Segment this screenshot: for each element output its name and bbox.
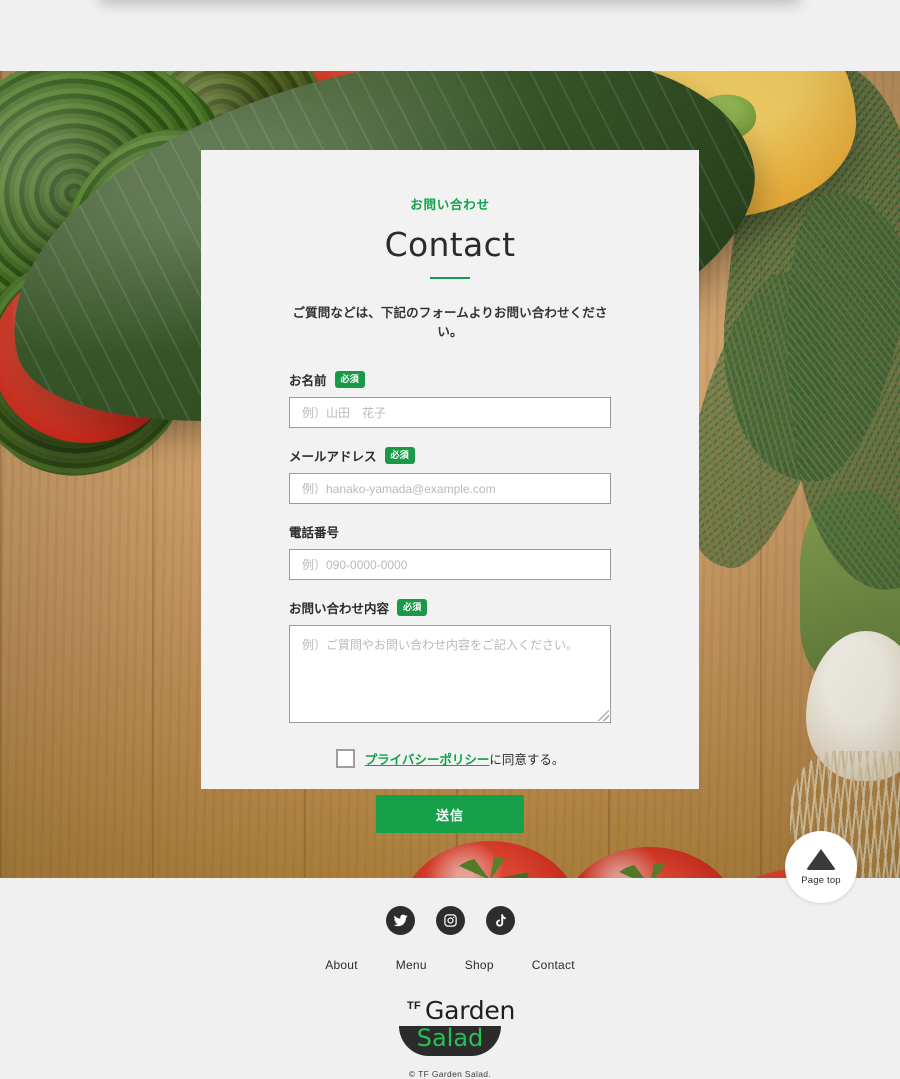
field-label-name: お名前 必須 — [289, 370, 611, 389]
footer-nav-menu[interactable]: Menu — [396, 958, 427, 972]
field-label-text: お名前 — [289, 374, 327, 388]
social-link-tiktok[interactable] — [485, 906, 515, 935]
page-top-button[interactable]: Page top — [785, 831, 857, 903]
field-email: メールアドレス 必須 — [289, 446, 611, 504]
field-label-text: メールアドレス — [289, 450, 377, 464]
field-label-text: 電話番号 — [289, 526, 340, 540]
logo-garden-text: Garden — [425, 996, 516, 1025]
site-footer: About Menu Shop Contact TF Garden Salad … — [0, 878, 900, 1079]
social-link-instagram[interactable] — [435, 906, 465, 935]
message-textarea[interactable] — [289, 625, 611, 723]
privacy-policy-link[interactable]: プライバシーポリシー — [365, 753, 490, 767]
logo-tf-text: TF — [407, 1000, 421, 1012]
submit-button[interactable]: 送信 — [376, 795, 524, 833]
privacy-agree-text: プライバシーポリシーに同意する。 — [365, 749, 565, 768]
field-phone: 電話番号 — [289, 522, 611, 580]
submit-row: 送信 — [289, 795, 611, 833]
footer-nav: About Menu Shop Contact — [0, 958, 900, 972]
privacy-agree-suffix: に同意する。 — [489, 753, 565, 767]
required-badge: 必須 — [334, 371, 365, 388]
required-badge: 必須 — [397, 599, 428, 616]
textarea-resize-handle[interactable] — [598, 710, 609, 721]
name-input[interactable] — [289, 397, 611, 428]
footer-nav-contact[interactable]: Contact — [532, 958, 575, 972]
logo-salad-text: Salad — [416, 1024, 484, 1052]
phone-input[interactable] — [289, 549, 611, 580]
top-gap-strip — [0, 0, 900, 71]
page-top-label: Page top — [801, 874, 841, 886]
section-eyebrow: お問い合わせ — [410, 198, 490, 212]
privacy-agree-checkbox[interactable] — [335, 749, 355, 768]
footer-logo[interactable]: TF Garden Salad — [0, 996, 900, 1056]
field-message: お問い合わせ内容 必須 — [289, 598, 611, 723]
contact-form: お名前 必須 メールアドレス 必須 電話番号 お — [289, 370, 611, 833]
footer-nav-about[interactable]: About — [325, 958, 358, 972]
message-textarea-wrapper — [289, 625, 611, 723]
footer-nav-shop[interactable]: Shop — [465, 958, 494, 972]
tiktok-icon — [493, 913, 508, 928]
form-intro-text: ご質問などは、下記のフォームよりお問い合わせください。 — [292, 306, 608, 339]
field-label-email: メールアドレス 必須 — [289, 446, 611, 465]
copyright-text: © TF Garden Salad. — [408, 1069, 492, 1079]
required-badge: 必須 — [384, 447, 415, 464]
field-label-phone: 電話番号 — [289, 522, 611, 541]
title-underline — [430, 277, 470, 279]
triangle-up-icon — [806, 848, 836, 870]
field-label-message: お問い合わせ内容 必須 — [289, 598, 611, 617]
field-label-text: お問い合わせ内容 — [289, 602, 390, 616]
twitter-icon — [393, 913, 408, 928]
field-name: お名前 必須 — [289, 370, 611, 428]
social-link-twitter[interactable] — [385, 906, 415, 935]
logo-mark: TF Garden Salad — [395, 996, 515, 1056]
email-input[interactable] — [289, 473, 611, 504]
privacy-agree-row: プライバシーポリシーに同意する。 — [289, 749, 611, 768]
page-title: Contact — [384, 225, 516, 264]
instagram-icon — [443, 913, 458, 928]
contact-form-card: お問い合わせ Contact ご質問などは、下記のフォームよりお問い合わせくださ… — [201, 150, 699, 833]
social-links — [0, 906, 900, 935]
